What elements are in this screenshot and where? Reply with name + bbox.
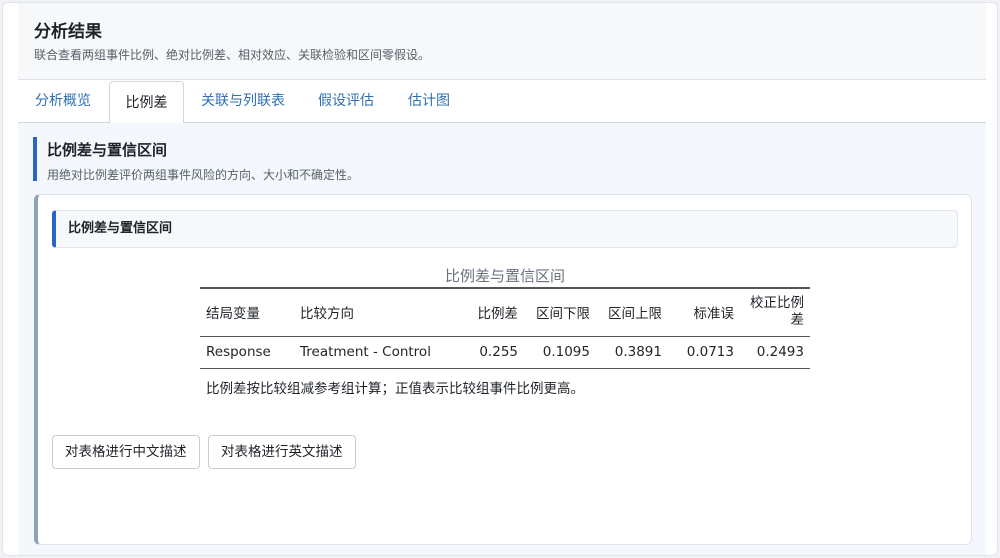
table-cell: 0.3891 xyxy=(614,344,662,360)
table-row: Response Treatment - Control 0.255 0.109… xyxy=(200,336,810,368)
column-header: 比较方向 xyxy=(300,306,354,323)
describe-english-button[interactable]: 对表格进行英文描述 xyxy=(208,435,356,469)
describe-chinese-button[interactable]: 对表格进行中文描述 xyxy=(52,435,200,469)
results-card: 分析结果 联合查看两组事件比例、绝对比例差、相对效应、关联检验和区间零假设。 分… xyxy=(2,2,998,556)
tab-proportion-difference[interactable]: 比例差 xyxy=(109,81,184,124)
column-header: 比例差 xyxy=(477,306,519,323)
table-cell: 0.0713 xyxy=(686,344,734,360)
results-header: 分析结果 联合查看两组事件比例、绝对比例差、相对效应、关联检验和区间零假设。 xyxy=(18,3,986,80)
section-header: 比例差与置信区间 用绝对比例差评价两组事件风险的方向、大小和不确定性。 xyxy=(33,137,433,182)
table-header-row: 结局变量 比较方向 比例差 区间下限 区间上限 标准误 校正比例差 xyxy=(200,288,810,336)
result-box-title: 比例差与置信区间 xyxy=(52,210,958,248)
table-cell: 0.1095 xyxy=(542,344,590,360)
result-table: 结局变量 比较方向 比例差 区间下限 区间上限 标准误 校正比例差 Respon… xyxy=(200,287,810,369)
column-header: 区间上限 xyxy=(608,306,662,323)
tab-bar: 分析概览 比例差 关联与列联表 假设评估 估计图 xyxy=(18,80,986,124)
table-caption: 比例差与置信区间 xyxy=(444,267,565,285)
table-note: 比例差按比较组减参考组计算；正值表示比较组事件比例更高。 xyxy=(206,381,584,397)
table-cell: 0.2493 xyxy=(756,344,804,360)
column-header: 标准误 xyxy=(693,306,735,323)
tab-overview[interactable]: 分析概览 xyxy=(18,80,108,123)
tab-hypothesis-evaluation[interactable]: 假设评估 xyxy=(306,80,386,123)
tab-panel: 比例差与置信区间 用绝对比例差评价两组事件风险的方向、大小和不确定性。 比例差与… xyxy=(18,123,986,555)
section-description: 用绝对比例差评价两组事件风险的方向、大小和不确定性。 xyxy=(47,168,360,182)
column-header: 区间下限 xyxy=(536,306,590,323)
page-subtitle: 联合查看两组事件比例、绝对比例差、相对效应、关联检验和区间零假设。 xyxy=(34,48,431,62)
section-title: 比例差与置信区间 xyxy=(47,141,168,159)
result-box: 比例差与置信区间 比例差与置信区间 结局变量 比较方向 比例差 区间下限 区间上… xyxy=(34,194,972,545)
column-header: 结局变量 xyxy=(206,306,260,323)
table-cell: 0.255 xyxy=(479,344,518,360)
tab-association-contingency[interactable]: 关联与列联表 xyxy=(188,80,298,123)
column-header: 校正比例差 xyxy=(750,295,804,329)
table-cell: Response xyxy=(206,344,271,360)
table-cell: Treatment - Control xyxy=(300,344,431,360)
page-title: 分析结果 xyxy=(34,22,102,42)
tab-estimate-plot[interactable]: 估计图 xyxy=(392,80,466,123)
